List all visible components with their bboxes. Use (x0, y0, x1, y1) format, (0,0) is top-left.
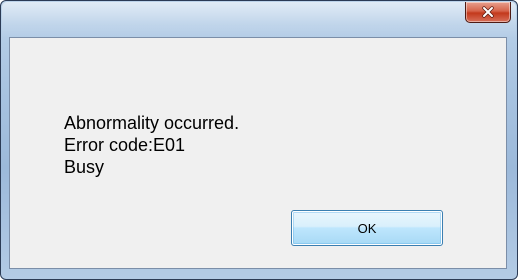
close-button[interactable] (465, 2, 511, 23)
message-line-error-code: Error code:E01 (64, 135, 186, 155)
message-line-abnormality: Abnormality occurred. (64, 113, 240, 133)
message-dialog-window: Abnormality occurred. Error code:E01 Bus… (0, 0, 518, 280)
message-line-status: Busy (64, 157, 105, 177)
ok-button[interactable]: OK (291, 210, 443, 246)
dialog-content-area: Abnormality occurred. Error code:E01 Bus… (9, 37, 507, 269)
error-message: Abnormality occurred. Error code:E01 Bus… (64, 112, 239, 178)
close-icon (482, 6, 494, 18)
title-bar[interactable] (1, 1, 517, 37)
